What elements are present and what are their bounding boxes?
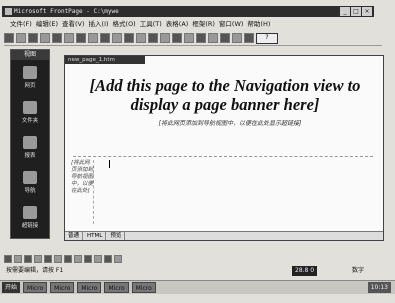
rectangle-icon[interactable] <box>54 255 62 263</box>
view-folders[interactable]: 文件夹 <box>11 95 49 130</box>
view-page[interactable]: 网页 <box>11 60 49 95</box>
status-mode: 数字 <box>352 267 365 274</box>
download-time: 28.8 0 <box>292 266 318 276</box>
view-navigation[interactable]: 导航 <box>11 165 49 200</box>
preview-icon[interactable] <box>64 33 74 43</box>
view-label: 网页 <box>24 83 36 89</box>
taskbar-item[interactable]: Micro <box>77 282 102 293</box>
menu-frames[interactable]: 框架(R) <box>192 18 215 30</box>
copy-icon[interactable] <box>100 33 110 43</box>
publish-icon[interactable] <box>40 33 50 43</box>
views-bar: 视图 网页 文件夹 报表 导航 超链接 <box>10 49 50 239</box>
format-painter-icon[interactable] <box>124 33 134 43</box>
text-box-icon[interactable] <box>74 255 82 263</box>
window-title: Microsoft FrontPage - C:\mywe <box>14 8 119 15</box>
refresh-icon[interactable] <box>220 33 230 43</box>
menu-format[interactable]: 格式(O) <box>113 18 136 30</box>
web-component-icon[interactable] <box>160 33 170 43</box>
page-view-tabs: 普通 HTML 预览 <box>65 231 383 240</box>
view-label: 文件夹 <box>21 118 39 124</box>
undo-icon[interactable] <box>136 33 146 43</box>
screen: Microsoft FrontPage - C:\mywe _ □ × 文件(F… <box>0 0 395 303</box>
taskbar-item[interactable]: Micro <box>104 282 129 293</box>
views-bar-header: 视图 <box>11 50 49 60</box>
navigation-view-icon <box>23 171 37 184</box>
fill-color-icon[interactable] <box>94 255 102 263</box>
taskbar-item[interactable]: Micro <box>23 282 48 293</box>
autoshapes-icon[interactable] <box>24 255 32 263</box>
cut-icon[interactable] <box>88 33 98 43</box>
wordart-icon[interactable] <box>84 255 92 263</box>
document-tab[interactable]: new_page_1.htm <box>65 56 145 64</box>
menu-table[interactable]: 表格(A) <box>166 18 189 30</box>
insert-table-icon[interactable] <box>172 33 182 43</box>
print-icon[interactable] <box>52 33 62 43</box>
page-view-icon <box>23 66 37 79</box>
menu-view[interactable]: 查看(V) <box>62 18 85 30</box>
select-arrow-icon[interactable] <box>14 255 22 263</box>
redo-icon[interactable] <box>148 33 158 43</box>
save-icon[interactable] <box>28 33 38 43</box>
font-color-icon[interactable] <box>114 255 122 263</box>
close-button[interactable]: × <box>362 7 372 16</box>
shared-border-line <box>73 156 373 157</box>
frontpage-app-icon <box>5 8 12 15</box>
menu-insert[interactable]: 插入(I) <box>89 18 109 30</box>
draw-icon[interactable] <box>4 255 12 263</box>
window-controls: _ □ × <box>340 7 372 16</box>
text-cursor <box>109 160 110 168</box>
taskbar-item[interactable]: Micro <box>131 282 156 293</box>
stop-icon[interactable] <box>232 33 242 43</box>
tab-normal[interactable]: 普通 <box>65 232 84 240</box>
menu-tools[interactable]: 工具(T) <box>140 18 162 30</box>
title-bar: Microsoft FrontPage - C:\mywe _ □ × <box>2 6 374 17</box>
hyperlinks-view-icon <box>23 206 37 219</box>
view-hyperlinks[interactable]: 超链接 <box>11 200 49 235</box>
oval-icon[interactable] <box>64 255 72 263</box>
line-icon[interactable] <box>34 255 42 263</box>
new-page-icon[interactable] <box>4 33 14 43</box>
taskbar-item[interactable]: Micro <box>50 282 75 293</box>
open-icon[interactable] <box>16 33 26 43</box>
help-field[interactable]: ? <box>256 32 278 44</box>
minimize-button[interactable]: _ <box>340 7 350 16</box>
maximize-button[interactable]: □ <box>351 7 361 16</box>
arrow-icon[interactable] <box>44 255 52 263</box>
system-tray-clock: 10:13 <box>367 282 391 293</box>
spelling-icon[interactable] <box>76 33 86 43</box>
view-label: 导航 <box>24 188 36 194</box>
status-message: 按需要编辑，请按 F1 <box>6 267 64 274</box>
menu-window[interactable]: 窗口(W) <box>219 18 244 30</box>
drawing-toolbar <box>4 254 304 264</box>
menu-help[interactable]: 帮助(H) <box>247 18 270 30</box>
menu-bar: 文件(F) 编辑(E) 查看(V) 插入(I) 格式(O) 工具(T) 表格(A… <box>2 18 378 30</box>
insert-picture-icon[interactable] <box>184 33 194 43</box>
standard-toolbar: ? <box>4 31 382 46</box>
left-border-placeholder[interactable]: [将此网页添加到导航视图中，以便在此处] <box>71 160 94 224</box>
page-editor[interactable]: new_page_1.htm [Add this page to the Nav… <box>64 55 384 241</box>
tab-preview[interactable]: 预览 <box>107 232 126 240</box>
hyperlink-icon[interactable] <box>208 33 218 43</box>
menu-edit[interactable]: 编辑(E) <box>36 18 58 30</box>
start-button[interactable]: 开始 <box>2 282 21 293</box>
view-label: 报表 <box>24 153 36 159</box>
tab-html[interactable]: HTML <box>84 232 107 240</box>
banner-hint-text: [将此网页添加到导航视图中，以便在此处显示超链接] <box>158 120 302 127</box>
line-color-icon[interactable] <box>104 255 112 263</box>
paste-icon[interactable] <box>112 33 122 43</box>
reports-view-icon <box>23 136 37 149</box>
page-banner-placeholder[interactable]: [Add this page to the Navigation view to… <box>75 76 375 114</box>
view-label: 超链接 <box>21 223 39 229</box>
show-all-icon[interactable] <box>244 33 254 43</box>
view-reports[interactable]: 报表 <box>11 130 49 165</box>
menu-file[interactable]: 文件(F) <box>10 18 32 30</box>
drawing-icon[interactable] <box>196 33 206 43</box>
status-bar: 按需要编辑，请按 F1 28.8 0 数字 <box>2 266 390 276</box>
taskbar: 开始 Micro Micro Micro Micro Micro 10:13 <box>0 280 395 294</box>
folders-view-icon <box>23 101 37 114</box>
